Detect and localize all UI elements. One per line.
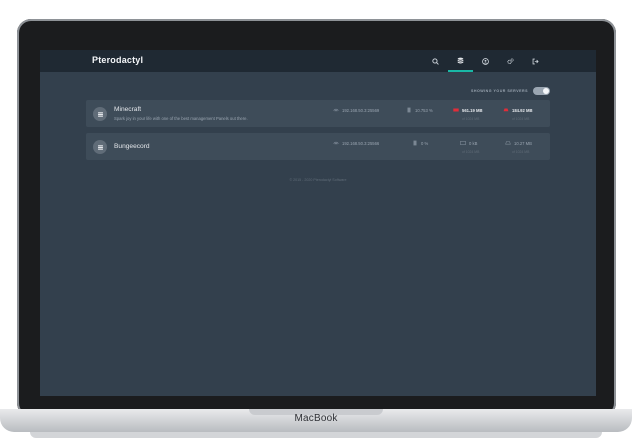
server-icon bbox=[93, 107, 107, 121]
logout-icon bbox=[532, 58, 539, 64]
server-stack-icon bbox=[97, 111, 103, 117]
app-screen: Pterodactyl SHOWING YOUR SERVERS Minecra… bbox=[40, 50, 596, 396]
navbar: Pterodactyl bbox=[40, 50, 596, 72]
laptop-foot bbox=[30, 432, 602, 438]
memory-limit: of 1024 MB bbox=[462, 117, 480, 121]
nav-icons bbox=[423, 50, 548, 72]
account-button[interactable] bbox=[473, 50, 498, 72]
network-icon bbox=[333, 141, 339, 145]
show-servers-toggle[interactable] bbox=[533, 87, 550, 95]
disk-limit: of 1024 MB bbox=[512, 150, 530, 154]
disk-icon bbox=[503, 108, 509, 112]
logout-button[interactable] bbox=[523, 50, 548, 72]
disk-value: 184.92 MB bbox=[512, 107, 533, 113]
address-value: 192.168.50.3:25569 bbox=[342, 107, 380, 113]
disk-icon bbox=[505, 141, 511, 145]
memory-value: 0 kB bbox=[469, 140, 478, 146]
search-icon bbox=[432, 57, 439, 65]
disk-value: 10.27 MB bbox=[514, 140, 532, 146]
memory-icon bbox=[460, 141, 466, 145]
memory-icon bbox=[453, 108, 459, 112]
server-name: Minecraft bbox=[114, 106, 142, 113]
server-filter-toggle-row: SHOWING YOUR SERVERS bbox=[471, 87, 550, 95]
disk-usage: 184.92 MB bbox=[503, 107, 532, 113]
memory-value: 561.19 MB bbox=[462, 107, 483, 113]
cpu-value: 10.753 % bbox=[415, 107, 433, 113]
server-address: 192.168.50.3:25566 bbox=[333, 140, 379, 146]
page-footer: © 2015 - 2020 Pterodactyl Software bbox=[289, 178, 347, 182]
admin-cogs-icon bbox=[507, 57, 514, 64]
toggle-label: SHOWING YOUR SERVERS bbox=[471, 89, 528, 93]
server-description: Spark joy in your life with one of the b… bbox=[114, 116, 248, 121]
memory-limit: of 1024 MB bbox=[462, 150, 480, 154]
server-stack-icon bbox=[97, 144, 103, 150]
server-row-minecraft[interactable]: Minecraft Spark joy in your life with on… bbox=[86, 100, 550, 127]
server-icon bbox=[93, 140, 107, 154]
servers-button[interactable] bbox=[448, 50, 473, 72]
server-row-bungeecord[interactable]: Bungeecord 192.168.50.3:25566 0 % 0 kB o… bbox=[86, 133, 550, 160]
device-label: MacBook bbox=[294, 413, 338, 424]
admin-button[interactable] bbox=[498, 50, 523, 72]
memory-usage: 0 kB bbox=[460, 140, 477, 146]
server-address: 192.168.50.3:25569 bbox=[333, 107, 379, 113]
cpu-usage: 10.753 % bbox=[406, 107, 433, 113]
disk-usage: 10.27 MB bbox=[505, 140, 532, 146]
brand-logo[interactable]: Pterodactyl bbox=[92, 55, 143, 65]
cpu-icon bbox=[413, 140, 417, 146]
network-icon bbox=[333, 108, 339, 112]
cpu-icon bbox=[407, 107, 411, 113]
server-name: Bungeecord bbox=[114, 143, 150, 150]
toggle-knob bbox=[543, 88, 549, 94]
servers-icon bbox=[457, 57, 464, 63]
account-icon bbox=[482, 57, 489, 65]
cpu-value: 0 % bbox=[421, 140, 429, 146]
memory-usage: 561.19 MB bbox=[453, 107, 482, 113]
address-value: 192.168.50.3:25566 bbox=[342, 140, 380, 146]
search-button[interactable] bbox=[423, 50, 448, 72]
cpu-usage: 0 % bbox=[412, 140, 428, 146]
disk-limit: of 1024 MB bbox=[512, 117, 530, 121]
